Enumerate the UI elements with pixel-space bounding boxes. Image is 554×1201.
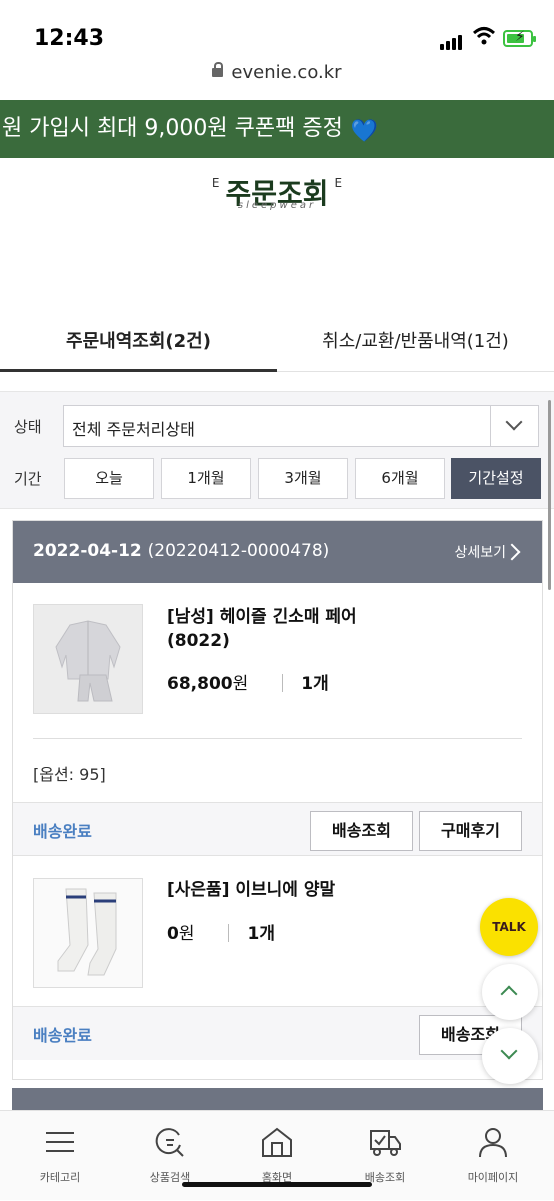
delivery-status: 배송완료: [33, 822, 92, 841]
nav-label: 마이페이지: [467, 1171, 519, 1184]
period-today-button[interactable]: 오늘: [64, 458, 154, 499]
logo-letter-right: E: [334, 176, 343, 190]
product-image[interactable]: [33, 604, 143, 714]
period-filter-label: 기간: [14, 470, 42, 488]
period-1month-button[interactable]: 1개월: [161, 458, 251, 499]
product-image[interactable]: [33, 878, 143, 988]
home-indicator: [182, 1182, 372, 1187]
item-price-qty: 68,800원 1개: [167, 669, 329, 694]
track-delivery-button[interactable]: 배송조회: [310, 811, 413, 851]
write-review-button[interactable]: 구매후기: [419, 811, 522, 851]
nav-delivery[interactable]: 배송조회: [330, 1111, 440, 1201]
battery-icon: ⚡: [503, 29, 536, 47]
status-bar: 12:43 ⚡: [0, 0, 554, 66]
scrollbar[interactable]: [548, 400, 551, 590]
order-card: 2022-04-12 (20220412-0000478) 상세보기 [남성] …: [12, 520, 543, 1080]
signal-icon: [440, 31, 464, 50]
item-price: 68,800: [167, 674, 233, 694]
tab-order-history[interactable]: 주문내역조회(2건): [0, 316, 277, 372]
item-name-line2: (8022): [167, 631, 230, 651]
nav-category[interactable]: 카테고리: [5, 1111, 115, 1201]
logo-letter-left: E: [211, 176, 220, 190]
filter-box: 상태 전체 주문처리상태 기간 오늘 1개월 3개월 6개월 기간설정: [0, 391, 554, 509]
item-name[interactable]: [사은품] 이브니에 양말: [167, 878, 335, 902]
page-logo[interactable]: E 주문조회 E sleepwear: [0, 172, 554, 212]
chevron-down-icon: [505, 413, 523, 431]
nav-home[interactable]: 홈화면: [222, 1111, 332, 1201]
kakao-talk-button[interactable]: TALK: [480, 898, 538, 956]
home-icon: [262, 1127, 292, 1157]
order-tabs: 주문내역조회(2건) 취소/교환/반품내역(1건): [0, 316, 554, 372]
nav-search[interactable]: 상품검색: [115, 1111, 225, 1201]
url-text: evenie.co.kr: [231, 62, 342, 83]
logo-subtitle: sleepwear: [237, 200, 317, 211]
item-name-line1: [남성] 헤이즐 긴소매 페어: [167, 607, 357, 627]
item-price: 0: [167, 924, 179, 944]
period-3month-button[interactable]: 3개월: [258, 458, 348, 499]
chevron-up-icon: [500, 985, 518, 1003]
delivery-status: 배송완료: [33, 1026, 92, 1045]
item-qty: 1개: [247, 924, 275, 944]
item-option: [옵션: 95]: [33, 765, 106, 784]
scroll-bottom-button[interactable]: [482, 1028, 538, 1084]
order-card-header[interactable]: 2022-04-12 (20220412-0000478) 상세보기: [13, 521, 542, 583]
item-currency: 원: [178, 924, 195, 944]
detail-link[interactable]: 상세보기: [454, 542, 506, 562]
search-icon: [155, 1128, 184, 1157]
order-number: (20220412-0000478): [147, 541, 330, 561]
chevron-down-icon: [500, 1042, 518, 1060]
nav-label: 카테고리: [39, 1171, 81, 1184]
status-select-value: 전체 주문처리상태: [72, 420, 195, 439]
heart-icon: 💙: [350, 119, 379, 144]
menu-icon: [46, 1132, 74, 1152]
promo-text: 원 가입시 최대 9,000원 쿠폰팩 증정: [2, 116, 343, 141]
promo-banner[interactable]: 원 가입시 최대 9,000원 쿠폰팩 증정 💙: [0, 100, 554, 158]
item-currency: 원: [232, 674, 249, 694]
status-filter-label: 상태: [14, 418, 42, 436]
nav-mypage[interactable]: 마이페이지: [438, 1111, 548, 1201]
period-6month-button[interactable]: 6개월: [355, 458, 445, 499]
wifi-icon: [472, 27, 496, 45]
item-action-row: 배송완료 배송조회: [13, 1006, 542, 1060]
delivery-truck-icon: [370, 1130, 401, 1156]
status-select[interactable]: 전체 주문처리상태: [63, 405, 539, 447]
item-qty: 1개: [301, 674, 329, 694]
period-custom-button[interactable]: 기간설정: [451, 458, 541, 499]
socks-image: [34, 879, 142, 987]
item-name[interactable]: [남성] 헤이즐 긴소매 페어 (8022): [167, 605, 357, 653]
status-time: 12:43: [34, 26, 105, 51]
lock-icon: [212, 62, 224, 77]
tab-cancel-exchange-return[interactable]: 취소/교환/반품내역(1건): [277, 316, 554, 372]
select-dropdown-button[interactable]: [490, 406, 538, 446]
url-bar[interactable]: evenie.co.kr: [0, 62, 554, 96]
order-date: 2022-04-12: [33, 541, 142, 561]
order-date-line: 2022-04-12 (20220412-0000478): [33, 541, 329, 561]
scroll-top-button[interactable]: [482, 964, 538, 1020]
user-icon: [479, 1128, 507, 1158]
item-price-qty: 0원 1개: [167, 919, 275, 944]
pajama-image: [34, 605, 142, 713]
chevron-right-icon: [503, 543, 521, 561]
item-action-row: 배송완료 배송조회 구매후기: [13, 802, 542, 856]
item-divider: [33, 738, 522, 739]
